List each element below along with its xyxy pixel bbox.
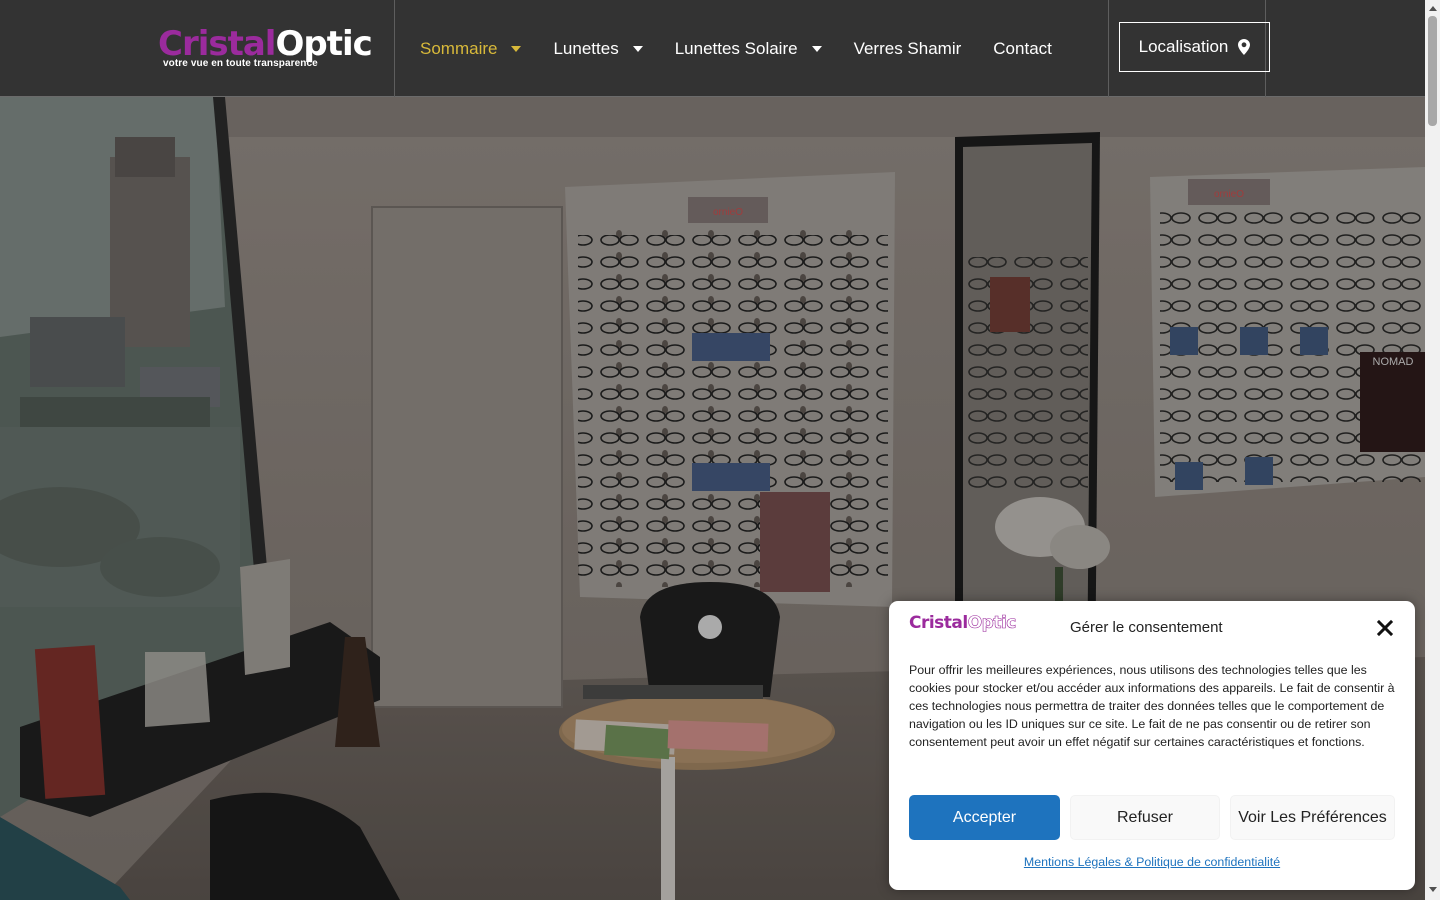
consent-description: Pour offrir les meilleures expériences, … — [909, 663, 1395, 749]
accept-button[interactable]: Accepter — [909, 795, 1060, 840]
site-header: CristalOptic votre vue en toute transpar… — [0, 0, 1425, 97]
nav-label: Sommaire — [420, 38, 498, 58]
nav-item-sommaire[interactable]: Sommaire — [420, 38, 522, 59]
localisation-label: Localisation — [1138, 37, 1229, 56]
preferences-button[interactable]: Voir Les Préférences — [1230, 795, 1395, 840]
chevron-down-icon — [632, 45, 643, 52]
nav-label: Lunettes — [553, 38, 619, 58]
nav-item-contact[interactable]: Contact — [993, 39, 1052, 59]
divider — [394, 0, 395, 97]
chevron-down-icon — [511, 45, 522, 52]
legal-link[interactable]: Mentions Légales & Politique de confiden… — [889, 855, 1415, 869]
map-pin-icon — [1238, 39, 1251, 55]
nav-label: Verres Shamir — [853, 38, 962, 58]
nav-item-verres-shamir[interactable]: Verres Shamir — [854, 39, 962, 59]
nav-label: Contact — [993, 38, 1052, 58]
refuse-button[interactable]: Refuser — [1070, 795, 1220, 840]
page-scrollbar[interactable] — [1425, 0, 1440, 900]
consent-title: Gérer le consentement — [1070, 619, 1223, 636]
scrollbar-thumb[interactable] — [1428, 16, 1437, 126]
localisation-button[interactable]: Localisation — [1119, 22, 1270, 72]
nav-item-lunettes[interactable]: Lunettes — [553, 38, 643, 59]
scroll-up-arrow-icon[interactable] — [1429, 6, 1437, 11]
main-nav: Sommaire Lunettes Lunettes Solaire Verre… — [420, 0, 1084, 97]
close-icon[interactable] — [1377, 619, 1393, 637]
chevron-down-icon — [811, 45, 822, 52]
divider — [1108, 0, 1109, 97]
scroll-down-arrow-icon[interactable] — [1429, 887, 1437, 892]
nav-item-lunettes-solaire[interactable]: Lunettes Solaire — [675, 39, 822, 59]
logo-tagline: votre vue en toute transparence — [163, 58, 318, 69]
nav-label: Lunettes Solaire — [674, 38, 798, 58]
consent-logo: CristalOptic — [909, 613, 1017, 634]
cookie-consent-dialog: CristalOptic Gérer le consentement Pour … — [889, 601, 1415, 890]
site-logo[interactable]: CristalOptic votre vue en toute transpar… — [158, 24, 388, 74]
